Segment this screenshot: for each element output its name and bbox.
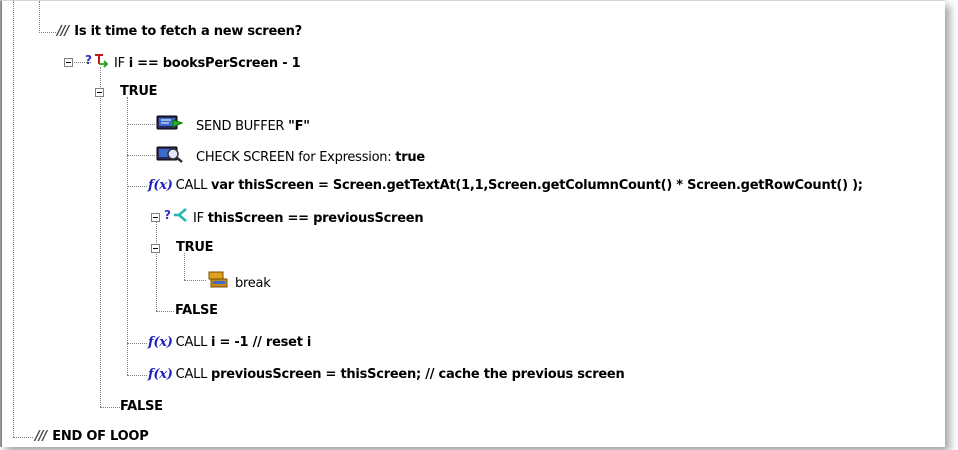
panel-left-border — [1, 1, 2, 447]
tree-line-break — [184, 280, 206, 281]
tree-line-if2 — [156, 221, 157, 311]
comment-slashes-icon: /// — [57, 24, 69, 39]
if-keyword: IF — [193, 211, 204, 226]
call-expression: previousScreen = thisScreen; // cache th… — [211, 367, 625, 382]
if-keyword: IF — [114, 56, 125, 71]
svg-text:?: ? — [164, 208, 171, 222]
function-call-icon: f(x) — [148, 178, 173, 193]
tree-line-end — [13, 437, 33, 438]
comment-text: END OF LOOP — [52, 429, 149, 444]
tree-row-true-branch-inner[interactable]: TRUE — [176, 238, 214, 258]
tree-row-false-branch[interactable]: FALSE — [120, 397, 163, 417]
function-call-icon: f(x) — [148, 335, 173, 350]
function-call-icon: f(x) — [148, 367, 173, 382]
break-icon — [207, 270, 231, 297]
true-label: TRUE — [176, 240, 214, 255]
collapse-toggle-if2[interactable] — [151, 213, 160, 222]
send-buffer-icon — [156, 114, 184, 139]
tree-line-call2 — [127, 343, 147, 344]
false-label: FALSE — [175, 303, 218, 318]
tree-row-send-buffer[interactable]: SEND BUFFER "F" — [156, 114, 310, 134]
check-screen-value: true — [395, 150, 425, 165]
true-label: TRUE — [120, 84, 158, 99]
tree-line-root — [13, 1, 14, 437]
false-label: FALSE — [120, 399, 163, 414]
comment-text: Is it time to fetch a new screen? — [74, 24, 302, 39]
tree-line-call1 — [127, 186, 147, 187]
if-condition-icon: ? — [85, 52, 111, 75]
break-keyword: break — [235, 276, 271, 291]
tree-row-if-this-screen[interactable]: ? IF thisScreen == previousScreen — [164, 207, 424, 230]
tree-row-comment-fetch[interactable]: /// Is it time to fetch a new screen? — [57, 22, 302, 42]
comment-slashes-icon: /// — [35, 429, 47, 444]
tree-line-check — [127, 155, 155, 156]
send-buffer-keyword: SEND BUFFER — [196, 119, 285, 134]
tree-line-row1 — [39, 32, 56, 33]
tree-line-row1-v — [39, 1, 40, 33]
tree-row-false-branch-inner[interactable]: FALSE — [175, 301, 218, 321]
tree-row-break[interactable]: break — [207, 270, 271, 291]
if-branch-icon: ? — [164, 207, 190, 230]
call-expression: i = -1 // reset i — [211, 335, 312, 350]
call-keyword: CALL — [175, 367, 208, 382]
call-expression: var thisScreen = Screen.getTextAt(1,1,Sc… — [211, 178, 863, 193]
tree-row-call-this-screen[interactable]: f(x) CALL var thisScreen = Screen.getText… — [148, 176, 863, 196]
tree-row-if-books[interactable]: ? IF i == booksPerScreen - 1 — [85, 52, 301, 75]
if-expression: thisScreen == previousScreen — [207, 211, 424, 226]
tree-row-call-reset-i[interactable]: f(x) CALL i = -1 // reset i — [148, 333, 311, 353]
tree-line-false1 — [100, 407, 120, 408]
send-buffer-value: "F" — [288, 119, 310, 134]
script-tree-panel: /// Is it time to fetch a new screen? ? I… — [0, 0, 945, 447]
tree-row-comment-end-loop[interactable]: /// END OF LOOP — [35, 427, 149, 447]
collapse-toggle-if1[interactable] — [64, 58, 73, 67]
call-keyword: CALL — [175, 178, 208, 193]
check-screen-keyword: CHECK SCREEN for Expression: — [196, 150, 392, 165]
call-keyword: CALL — [175, 335, 208, 350]
check-screen-icon — [156, 145, 184, 170]
if-expression: i == booksPerScreen - 1 — [128, 56, 301, 71]
svg-text:?: ? — [85, 53, 92, 67]
tree-line-false2 — [156, 311, 174, 312]
tree-line-if1 — [100, 67, 101, 407]
tree-row-call-cache-screen[interactable]: f(x) CALL previousScreen = thisScreen; //… — [148, 365, 625, 385]
collapse-toggle-true2[interactable] — [151, 244, 160, 253]
tree-row-true-branch[interactable]: TRUE — [120, 82, 158, 102]
tree-line-call3 — [127, 375, 147, 376]
tree-line-send — [127, 124, 155, 125]
tree-line-true1 — [127, 97, 128, 375]
tree-row-check-screen[interactable]: CHECK SCREEN for Expression: true — [156, 145, 425, 165]
collapse-toggle-true1[interactable] — [95, 88, 104, 97]
